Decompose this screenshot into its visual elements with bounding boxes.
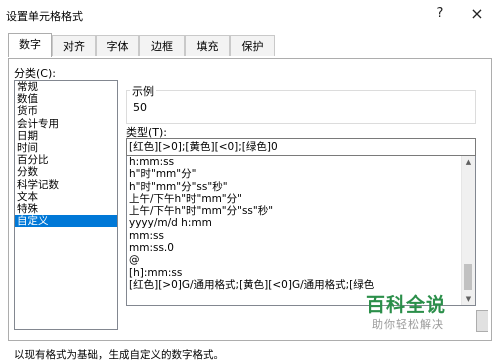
watermark-title: 百科全说 (366, 294, 447, 316)
tab-protection[interactable]: 保护 (230, 35, 275, 56)
type-input[interactable]: [红色][>0];[黄色][<0];[绿色]0 (126, 138, 476, 156)
format-item[interactable]: 上午/下午h"时"mm"分" (127, 193, 475, 205)
format-list[interactable]: h:mm:ss h"时"mm"分" h"时"mm"分"ss"秒" 上午/下午h"… (126, 156, 476, 306)
close-icon[interactable]: × (462, 3, 492, 25)
category-item[interactable]: 日期 (15, 130, 117, 142)
category-item[interactable]: 科学记数 (15, 179, 117, 191)
format-item[interactable]: mm:ss (127, 230, 475, 242)
sample-group (126, 90, 476, 124)
category-list[interactable]: 常规 数值 货币 会计专用 日期 时间 百分比 分数 科学记数 文本 特殊 自定… (14, 80, 118, 330)
delete-button[interactable] (476, 310, 488, 332)
category-item-selected[interactable]: 自定义 (15, 215, 117, 228)
tab-fill[interactable]: 填充 (185, 35, 230, 56)
category-item[interactable]: 文本 (15, 191, 117, 203)
sample-label: 示例 (130, 83, 156, 99)
format-list-scrollbar[interactable]: ▲ ▼ (461, 156, 475, 305)
category-item[interactable]: 会计专用 (15, 118, 117, 130)
format-item[interactable]: h"时"mm"分"ss"秒" (127, 181, 475, 193)
scroll-up-arrow-icon[interactable]: ▲ (462, 156, 475, 168)
format-item[interactable]: @ (127, 254, 475, 266)
category-item[interactable]: 百分比 (15, 154, 117, 166)
scroll-down-arrow-icon[interactable]: ▼ (462, 293, 475, 305)
tab-number[interactable]: 数字 (8, 33, 52, 57)
window-title: 设置单元格格式 (6, 10, 83, 23)
tab-strip: 数字 对齐 字体 边框 填充 保护 (8, 33, 492, 59)
watermark-subtitle: 助你轻松解决 (372, 318, 444, 331)
category-label: 分类(C): (14, 67, 56, 80)
title-bar: 设置单元格格式 ? × (0, 0, 500, 28)
format-item[interactable]: 上午/下午h"时"mm"分"ss"秒" (127, 205, 475, 217)
tab-font[interactable]: 字体 (96, 35, 139, 56)
category-item[interactable]: 常规 (15, 81, 117, 93)
category-item[interactable]: 分数 (15, 166, 117, 178)
help-icon[interactable]: ? (425, 3, 455, 25)
format-item[interactable]: [h]:mm:ss (127, 267, 475, 279)
category-item[interactable]: 时间 (15, 142, 117, 154)
format-item[interactable]: h:mm:ss (127, 156, 475, 168)
sample-value: 50 (133, 101, 147, 114)
category-item[interactable]: 货币 (15, 105, 117, 117)
format-item[interactable]: mm:ss.0 (127, 242, 475, 254)
format-item[interactable]: h"时"mm"分" (127, 168, 475, 180)
category-item[interactable]: 特殊 (15, 203, 117, 215)
format-item[interactable]: yyyy/m/d h:mm (127, 217, 475, 229)
hint-text: 以现有格式为基础，生成自定义的数字格式。 (14, 349, 224, 361)
tab-alignment[interactable]: 对齐 (52, 35, 96, 56)
scroll-thumb[interactable] (464, 264, 472, 290)
tab-border[interactable]: 边框 (139, 35, 185, 56)
category-item[interactable]: 数值 (15, 93, 117, 105)
